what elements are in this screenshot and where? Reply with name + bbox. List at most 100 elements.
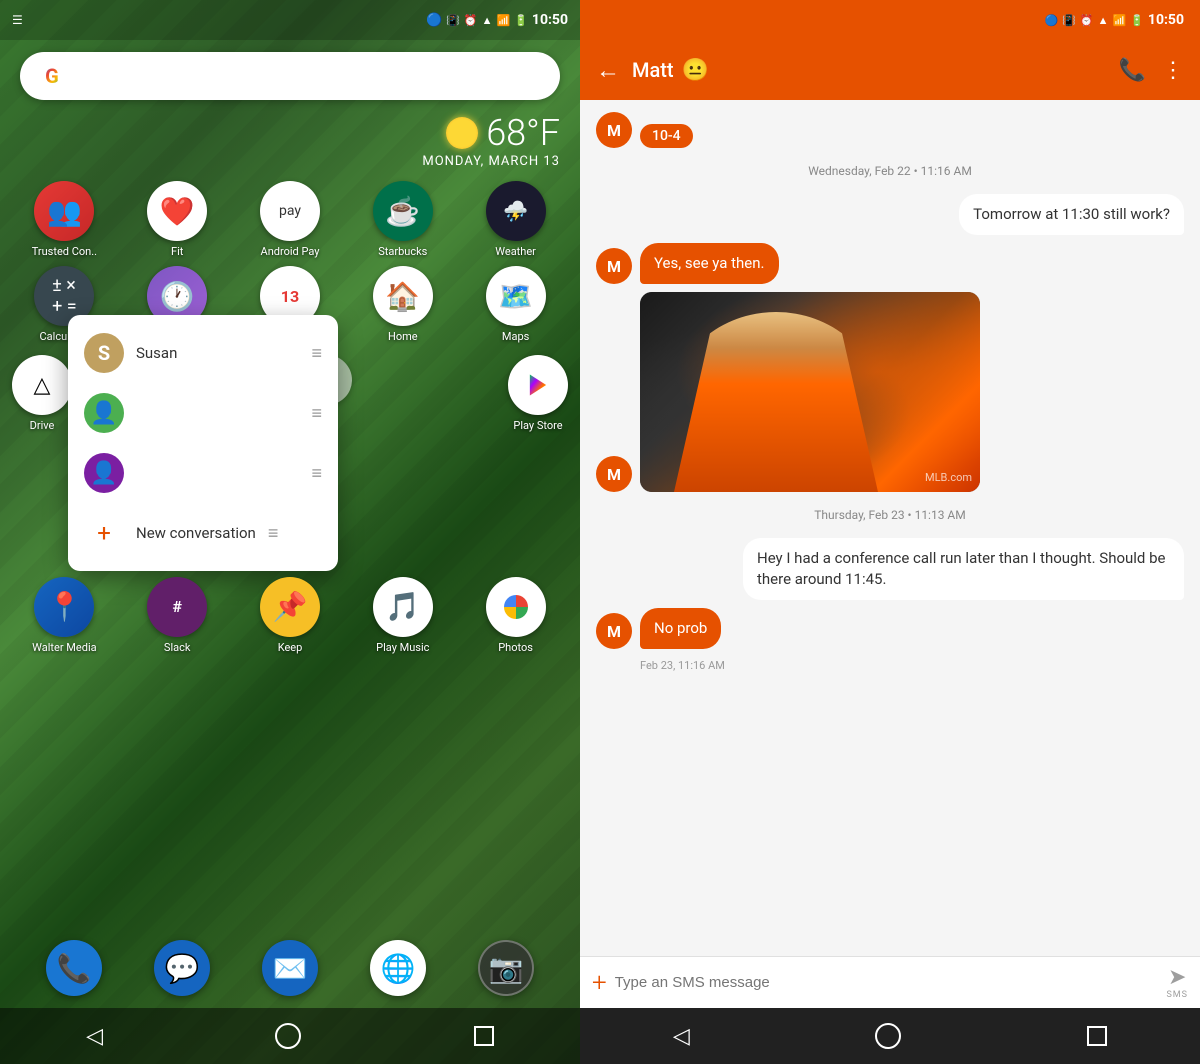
left-time: 10:50 [532, 12, 568, 28]
home-screen: ☰ 🔵 📳 ⏰ ▲ 📶 🔋 10:50 G 68°F MONDAY, MARCH… [0, 0, 580, 1064]
message-bubble-sent-1: Tomorrow at 11:30 still work? [959, 194, 1184, 235]
app-row3: △ Drive E ⚽ 🐦 f 📰 S Susan [12, 355, 568, 432]
app-label-weather: Weather [495, 245, 536, 258]
send-label: SMS [1166, 990, 1188, 1000]
gif-watermark: MLB.com [925, 471, 972, 484]
app-walter-media[interactable]: 📍 Walter Media [12, 577, 117, 654]
right-bluetooth-icon: 🔵 [1045, 14, 1059, 27]
temperature: 68°F [486, 112, 560, 154]
app-play-music[interactable]: 🎵 Play Music [350, 577, 455, 654]
dock-messages[interactable]: 💬 [154, 940, 210, 996]
message-tag-10-4: 10-4 [640, 124, 693, 148]
battery-icon: 🔋 [514, 14, 528, 27]
play-music-icon: 🎵 [373, 577, 433, 637]
right-nav-back[interactable]: ◁ [673, 1024, 690, 1049]
dock-inbox[interactable]: ✉️ [262, 940, 318, 996]
dock-phone[interactable]: 📞 [46, 940, 102, 996]
right-status-icons: 🔵 📳 ⏰ ▲ 📶 🔋 10:50 [1045, 12, 1184, 28]
app-fit[interactable]: ❤️ Fit [125, 181, 230, 258]
dock-camera[interactable]: 📷 [478, 940, 534, 996]
app-home[interactable]: 🏠 Home [350, 266, 455, 343]
messages-screen: 🔵 📳 ⏰ ▲ 📶 🔋 10:50 ← Matt 😐 📞 ⋮ M 10-4 We… [580, 0, 1200, 1064]
nav-home-button[interactable] [275, 1023, 301, 1049]
right-wifi-icon: ▲ [1098, 14, 1109, 27]
app-weather[interactable]: ⛈️ Weather [463, 181, 568, 258]
message-bubble-received-1: Yes, see ya then. [640, 243, 779, 284]
contact-avatar-susan: S [84, 333, 124, 373]
message-row-sent-1: Tomorrow at 11:30 still work? [596, 194, 1184, 235]
more-options-button[interactable]: ⋮ [1162, 58, 1184, 83]
drag-handle-2: ≡ [311, 403, 322, 424]
right-nav-bar: ◁ [580, 1008, 1200, 1064]
app-label-starbucks: Starbucks [378, 245, 427, 258]
home-icon: 🏠 [373, 266, 433, 326]
google-search-bar[interactable]: G [20, 52, 560, 100]
left-nav-bar: ◁ [0, 1008, 580, 1064]
app-starbucks[interactable]: ☕ Starbucks [350, 181, 455, 258]
left-status-bar: ☰ 🔵 📳 ⏰ ▲ 📶 🔋 10:50 [0, 0, 580, 40]
app-label-slack: Slack [164, 641, 191, 654]
hamburger-icon: ☰ [12, 13, 23, 27]
message-timestamp: Feb 23, 11:16 AM [596, 659, 1184, 672]
app-playstore[interactable]: Play Store [508, 355, 568, 432]
contact-2[interactable]: 👤 ≡ [68, 383, 338, 443]
message-bubble-sent-2: Hey I had a conference call run later th… [743, 538, 1184, 600]
starbucks-icon: ☕ [373, 181, 433, 241]
right-alarm-icon: ⏰ [1080, 14, 1094, 27]
call-button[interactable]: 📞 [1119, 58, 1146, 83]
message-row-tag: M 10-4 [596, 112, 1184, 148]
right-battery-icon: 🔋 [1130, 14, 1144, 27]
message-gif: MLB.com [640, 292, 980, 492]
android-pay-icon: pay [260, 181, 320, 241]
app-label-fit: Fit [171, 245, 183, 258]
dock-chrome[interactable]: 🌐 [370, 940, 426, 996]
app-keep[interactable]: 📌 Keep [238, 577, 343, 654]
bluetooth-icon: 🔵 [426, 13, 442, 28]
sms-input[interactable] [615, 974, 1159, 991]
messages-header: ← Matt 😐 📞 ⋮ [580, 40, 1200, 100]
add-attachment-button[interactable]: + [592, 968, 607, 998]
right-nav-recents[interactable] [1087, 1026, 1107, 1046]
right-signal-icon: 📶 [1113, 14, 1127, 27]
app-maps[interactable]: 🗺️ Maps [463, 266, 568, 343]
nav-back-button[interactable]: ◁ [86, 1024, 103, 1049]
dock: 📞 💬 ✉️ 🌐 📷 [0, 932, 580, 1004]
alarm-icon: ⏰ [464, 14, 478, 27]
app-photos[interactable]: Photos [463, 577, 568, 654]
app-drive[interactable]: △ Drive [12, 355, 72, 432]
drive-icon: △ [12, 355, 72, 415]
app-label-trusted: Trusted Con.. [32, 245, 97, 258]
date-divider-1: Wednesday, Feb 22 • 11:16 AM [596, 164, 1184, 178]
app-trusted-contacts[interactable]: 👥 Trusted Con.. [12, 181, 117, 258]
message-row-gif: M MLB.com [596, 292, 1184, 492]
right-nav-home[interactable] [875, 1023, 901, 1049]
weather-icon: ⛈️ [486, 181, 546, 241]
message-row-sent-2: Hey I had a conference call run later th… [596, 538, 1184, 600]
sender-avatar-m1: M [596, 112, 632, 148]
contact-avatar-2: 👤 [84, 393, 124, 433]
contact-susan[interactable]: S Susan ≡ [68, 323, 338, 383]
send-arrow-icon: ➤ [1168, 965, 1186, 990]
send-button[interactable]: ➤ SMS [1166, 965, 1188, 1000]
gif-person [674, 312, 878, 492]
status-left-icons: ☰ [12, 13, 23, 27]
app-row3-container: △ Drive E ⚽ 🐦 f 📰 S Susan [0, 351, 580, 436]
message-row-received-1: M Yes, see ya then. [596, 243, 1184, 284]
app-label-home: Home [388, 330, 418, 343]
app-label-keep: Keep [278, 641, 303, 654]
keep-icon: 📌 [260, 577, 320, 637]
back-button[interactable]: ← [596, 56, 620, 85]
fit-icon: ❤️ [147, 181, 207, 241]
sender-avatar-m3: M [596, 456, 632, 492]
walter-media-icon: 📍 [34, 577, 94, 637]
app-label-playstore: Play Store [513, 419, 562, 432]
app-slack[interactable]: # Slack [125, 577, 230, 654]
input-area: + ➤ SMS [580, 956, 1200, 1008]
trusted-contacts-icon: 👥 [34, 181, 94, 241]
app-grid-row1: 👥 Trusted Con.. ❤️ Fit pay Android Pay ☕… [0, 177, 580, 266]
contact-emoji: 😐 [682, 58, 709, 83]
status-right-icons: 🔵 📳 ⏰ ▲ 📶 🔋 10:50 [426, 12, 568, 28]
nav-recents-button[interactable] [474, 1026, 494, 1046]
app-android-pay[interactable]: pay Android Pay [238, 181, 343, 258]
contact-info: Matt 😐 [632, 58, 1107, 83]
